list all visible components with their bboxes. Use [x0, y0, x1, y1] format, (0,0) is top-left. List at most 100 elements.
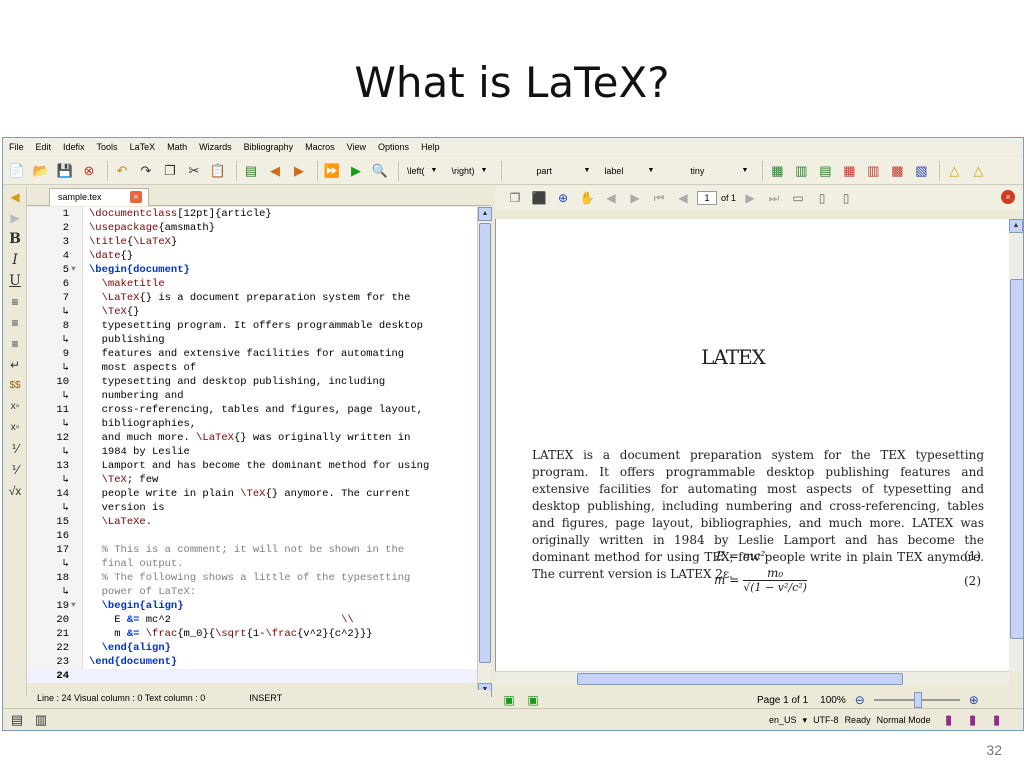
menu-options[interactable]: Options [378, 142, 409, 152]
chart-icon[interactable]: ▤ [241, 161, 261, 181]
run-icon[interactable]: ▶ [346, 161, 366, 181]
next-icon[interactable]: ▶ [289, 161, 309, 181]
code-line[interactable]: ↳ version is [27, 501, 477, 515]
frac-icon[interactable]: ⅟ [3, 438, 27, 459]
forward-icon[interactable]: ▶ [625, 188, 645, 208]
arrow-right-icon[interactable]: ▶ [3, 207, 27, 228]
menu-edit[interactable]: Edit [36, 142, 52, 152]
redo-icon[interactable]: ↷ [136, 161, 156, 181]
table-blue-icon[interactable]: ▧ [911, 161, 931, 181]
code-line[interactable]: 14 people write in plain \TeX{} anymore.… [27, 487, 477, 501]
menu-help[interactable]: Help [421, 142, 440, 152]
zoom-level[interactable]: 100% [820, 695, 846, 706]
viewer-scroll-up-icon[interactable]: ▲ [1009, 219, 1023, 233]
menu-tools[interactable]: Tools [97, 142, 118, 152]
code-line[interactable]: 3 \title{\LaTeX} [27, 235, 477, 249]
code-line[interactable]: 19 ▼ \begin{align} [27, 599, 477, 613]
menu-latex[interactable]: LaTeX [130, 142, 156, 152]
underline-icon[interactable]: U [3, 270, 27, 291]
menu-bibliography[interactable]: Bibliography [244, 142, 294, 152]
code-line[interactable]: 12 and much more. \LaTeX{} was originall… [27, 431, 477, 445]
code-line[interactable]: 17 % This is a comment; it will not be s… [27, 543, 477, 557]
menu-view[interactable]: View [347, 142, 366, 152]
table-row-icon[interactable]: ▤ [815, 161, 835, 181]
paste-icon[interactable]: 📋 [208, 161, 228, 181]
viewer-scroll-thumb[interactable] [1010, 279, 1023, 639]
fit-width-icon[interactable]: ▭ [788, 188, 808, 208]
encoding[interactable]: UTF-8 [813, 715, 839, 725]
code-line[interactable]: ↳ publishing [27, 333, 477, 347]
code-line[interactable]: 4 \date{} [27, 249, 477, 263]
size-combo[interactable]: tiny ▼ [664, 161, 752, 181]
viewer-horizontal-scrollbar[interactable] [495, 671, 1009, 685]
code-line[interactable]: 24 [27, 669, 477, 683]
newline-icon[interactable]: ↵ [3, 354, 27, 375]
structure-view-icon[interactable]: ▥ [31, 710, 51, 730]
pdf-icon[interactable]: ⬛ [529, 188, 549, 208]
new-file-icon[interactable]: 📄 [7, 161, 27, 181]
dfrac-icon[interactable]: ⅟ [3, 459, 27, 480]
window-icon[interactable]: ❐ [505, 188, 525, 208]
cut-icon[interactable]: ✂ [184, 161, 204, 181]
page-number-field[interactable]: 1 [697, 191, 717, 205]
math-icon[interactable]: $$ [3, 375, 27, 396]
save-icon[interactable]: 💾 [55, 161, 75, 181]
code-editor[interactable]: 1 \documentclass[12pt]{article} 2 \usepacka… [27, 207, 477, 683]
code-line[interactable]: 11 cross-referencing, tables and figures… [27, 403, 477, 417]
label-combo[interactable]: label ▼ [600, 161, 658, 181]
code-line[interactable]: 18 % The following shows a little of the… [27, 571, 477, 585]
viewer-hscroll-thumb[interactable] [577, 673, 903, 685]
language[interactable]: en_US [769, 715, 797, 725]
next-page-icon[interactable]: ▶ [740, 188, 760, 208]
table-red-column-icon[interactable]: ▥ [863, 161, 883, 181]
align-left-icon[interactable]: ≡ [3, 291, 27, 312]
menu-wizards[interactable]: Wizards [199, 142, 232, 152]
code-line[interactable]: ↳ bibliographies, [27, 417, 477, 431]
code-line[interactable]: 21 m &= \frac{m_0}{\sqrt{1-\frac{v^2}{c^… [27, 627, 477, 641]
bookmark-1-icon[interactable]: ▮ [939, 710, 959, 730]
italic-icon[interactable]: I [3, 249, 27, 270]
arrow-left-icon[interactable]: ◀ [3, 186, 27, 207]
fold-marker[interactable]: ▼ [71, 599, 76, 613]
zoom-out-icon[interactable]: ⊖ [850, 690, 870, 710]
menu-file[interactable]: File [9, 142, 24, 152]
sync-icon[interactable]: ▣ [499, 690, 519, 710]
open-file-icon[interactable]: 📂 [31, 161, 51, 181]
sqrt-icon[interactable]: √x [3, 480, 27, 501]
code-line[interactable]: ↳ final output. [27, 557, 477, 571]
code-line[interactable]: 5 ▼ \begin{document} [27, 263, 477, 277]
code-line[interactable]: ↳ \TeX{} [27, 305, 477, 319]
zoom-in-small-icon[interactable]: ⊕ [964, 690, 984, 710]
first-page-icon[interactable]: ⏮ [649, 188, 669, 208]
undo-icon[interactable]: ↶ [112, 161, 132, 181]
code-line[interactable]: 22 \end{align} [27, 641, 477, 655]
previous-page-icon[interactable]: ◀ [673, 188, 693, 208]
menu-macros[interactable]: Macros [305, 142, 335, 152]
bookmark-3-icon[interactable]: ▮ [987, 710, 1007, 730]
code-line[interactable]: 2 \usepackage{amsmath} [27, 221, 477, 235]
code-line[interactable]: ↳ 1984 by Leslie [27, 445, 477, 459]
fold-marker[interactable]: ▼ [71, 263, 76, 277]
split-view-icon[interactable]: ▤ [7, 710, 27, 730]
viewer-vertical-scrollbar[interactable]: ▲ [1009, 219, 1023, 671]
code-line[interactable]: 8 typesetting program. It offers program… [27, 319, 477, 333]
triangle-icon[interactable]: △ [944, 161, 964, 181]
bookmark-2-icon[interactable]: ▮ [963, 710, 983, 730]
code-line[interactable]: 13 Lamport and has become the dominant m… [27, 459, 477, 473]
section-combo[interactable]: part ▼ [506, 161, 594, 181]
zoom-slider[interactable] [873, 691, 964, 709]
hand-icon[interactable]: ✋ [577, 188, 597, 208]
tab-sample-tex[interactable]: sample.tex × [49, 188, 149, 206]
superscript-icon[interactable]: x▫ [3, 417, 27, 438]
last-page-icon[interactable]: ⏭ [764, 188, 784, 208]
code-line[interactable]: ↳ \TeX; few [27, 473, 477, 487]
previous-icon[interactable]: ◀ [265, 161, 285, 181]
editor-scroll-thumb[interactable] [479, 223, 491, 663]
editor-mode[interactable]: Normal Mode [877, 715, 931, 725]
code-line[interactable]: ↳ power of LaTeX: [27, 585, 477, 599]
view-icon[interactable]: 🔍 [370, 161, 390, 181]
code-line[interactable]: ↳ most aspects of [27, 361, 477, 375]
copy-icon[interactable]: ❐ [160, 161, 180, 181]
align-right-icon[interactable]: ≡ [3, 333, 27, 354]
zoom-in-icon[interactable]: ⊕ [553, 188, 573, 208]
